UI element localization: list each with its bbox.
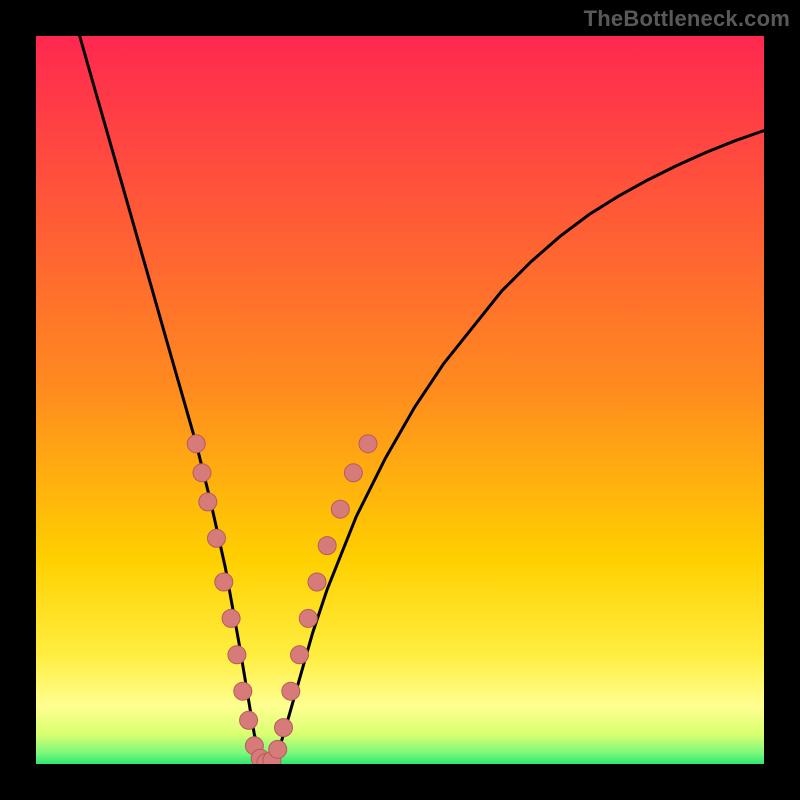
curve-dot — [240, 711, 258, 729]
curve-dot — [193, 464, 211, 482]
curve-dot — [215, 573, 233, 591]
curve-dot — [318, 537, 336, 555]
curve-dot — [359, 435, 377, 453]
curve-dot — [234, 682, 252, 700]
curve-dot — [208, 529, 226, 547]
curve-dot — [228, 646, 246, 664]
plot-area — [36, 36, 764, 764]
curve-dot — [222, 609, 240, 627]
curve-dot — [282, 682, 300, 700]
chart-frame: TheBottleneck.com — [0, 0, 800, 800]
curve-dot — [275, 719, 293, 737]
curve-dot — [187, 435, 205, 453]
curve-dot — [199, 493, 217, 511]
curve-dot — [299, 609, 317, 627]
curve-dot — [344, 464, 362, 482]
curve-dot — [291, 646, 309, 664]
curve-dot — [308, 573, 326, 591]
curve-dot — [331, 500, 349, 518]
watermark-text: TheBottleneck.com — [584, 6, 790, 32]
gradient-background — [36, 36, 764, 764]
curve-dot — [269, 740, 287, 758]
bottleneck-chart — [36, 36, 764, 764]
